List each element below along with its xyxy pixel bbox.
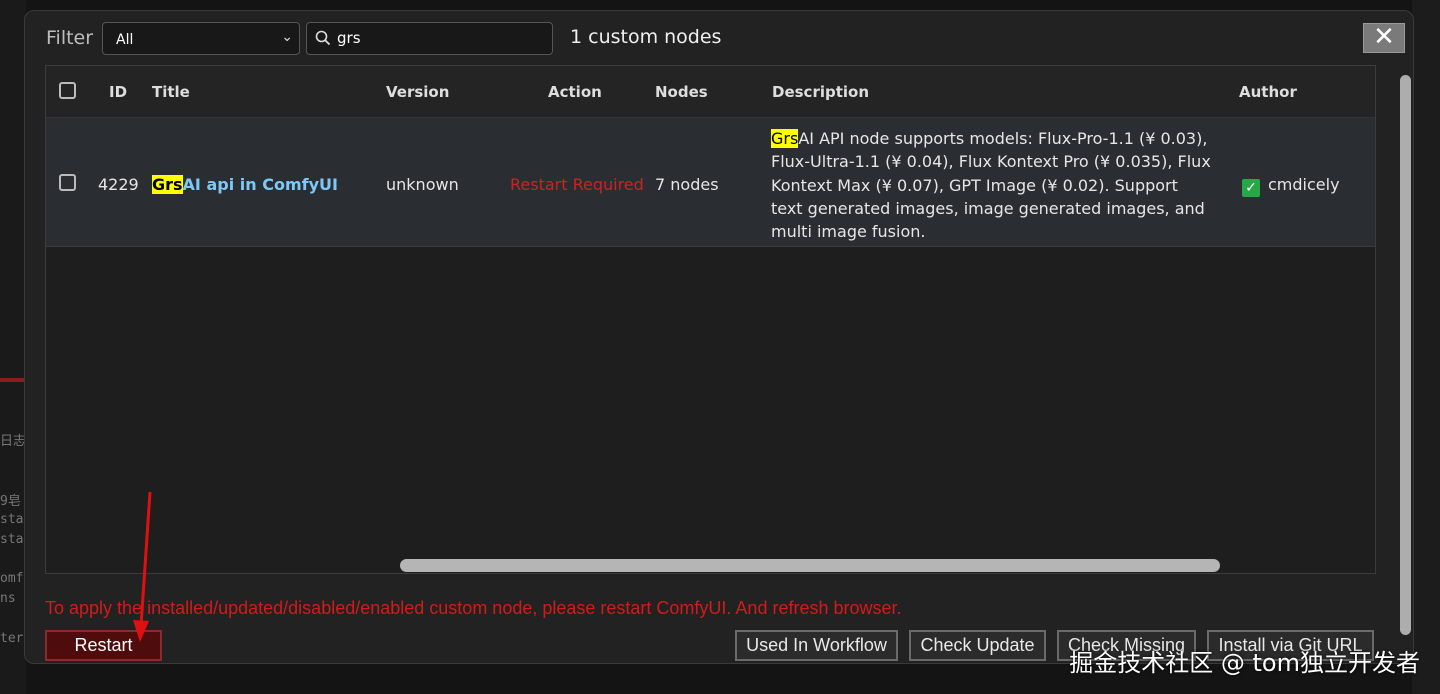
background-text: ter [0, 631, 24, 646]
background-app-right [1412, 0, 1440, 694]
watermark: 掘金技术社区 @ tom独立开发者 [1069, 649, 1420, 677]
column-header-version[interactable]: Version [386, 83, 449, 101]
row-checkbox[interactable] [59, 174, 76, 191]
used-in-workflow-button[interactable]: Used In Workflow [735, 630, 898, 661]
search-icon [315, 30, 331, 46]
background-text: ns [0, 591, 16, 606]
background-app-left [0, 0, 26, 694]
row-description: GrsAI API node supports models: Flux-Pro… [771, 127, 1211, 243]
column-header-id[interactable]: ID [109, 83, 127, 101]
row-version: unknown [386, 175, 459, 194]
column-header-title[interactable]: Title [152, 83, 190, 101]
row-title-text: AI api in ComfyUI [182, 175, 338, 194]
row-author-name: cmdicely [1268, 175, 1340, 194]
restart-notice: To apply the installed/updated/disabled/… [45, 598, 902, 618]
column-header-description[interactable]: Description [772, 83, 869, 101]
close-button[interactable]: ✕ [1363, 23, 1405, 53]
column-header-author[interactable]: Author [1239, 83, 1297, 101]
result-count: 1 custom nodes [570, 26, 722, 48]
background-text: sta [0, 532, 24, 547]
nodes-table: ID Title Version Action Nodes Descriptio… [45, 65, 1376, 574]
filter-label: Filter [46, 27, 94, 49]
row-action-status: Restart Required [510, 175, 644, 194]
background-text: omf [0, 571, 24, 586]
background-text: sta [0, 512, 24, 527]
column-header-action[interactable]: Action [548, 83, 602, 101]
table-header: ID Title Version Action Nodes Descriptio… [46, 66, 1375, 118]
check-mark-icon: ✓ [1242, 179, 1260, 197]
vertical-scrollbar[interactable] [1400, 75, 1411, 635]
close-icon: ✕ [1373, 22, 1395, 52]
search-match-highlight: Grs [152, 175, 183, 194]
filter-select[interactable]: All ⌄ [102, 22, 300, 55]
select-all-checkbox[interactable] [59, 82, 76, 99]
background-progress-line [0, 378, 26, 382]
column-header-nodes[interactable]: Nodes [655, 83, 708, 101]
check-update-button[interactable]: Check Update [909, 630, 1046, 661]
chevron-down-icon: ⌄ [281, 29, 293, 45]
restart-button[interactable]: Restart [45, 630, 162, 661]
row-description-text: AI API node supports models: Flux-Pro-1.… [771, 129, 1211, 242]
search-input[interactable]: grs [306, 22, 553, 55]
custom-nodes-manager-dialog: Filter All ⌄ grs 1 custom nodes ✕ ID Tit… [24, 10, 1414, 664]
search-match-highlight: Grs [771, 129, 799, 148]
row-author: ✓ cmdicely [1242, 175, 1340, 197]
search-input-value: grs [337, 29, 361, 47]
filter-select-value: All [116, 32, 134, 48]
table-row[interactable]: 4229 GrsAI api in ComfyUI unknown Restar… [46, 118, 1375, 247]
row-nodes-count: 7 nodes [655, 175, 719, 194]
row-title-link[interactable]: GrsAI api in ComfyUI [152, 175, 338, 194]
row-id: 4229 [98, 175, 139, 194]
horizontal-scrollbar[interactable] [400, 559, 1220, 572]
background-text: 日志 [0, 434, 27, 449]
